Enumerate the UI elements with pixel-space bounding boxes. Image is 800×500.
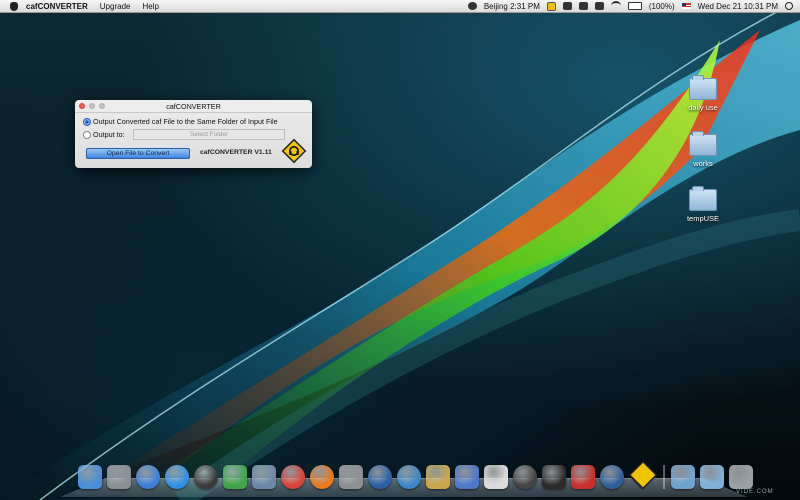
world-clock-icon[interactable]	[467, 2, 477, 10]
dock-chrome-icon[interactable]	[281, 465, 305, 489]
dock-finder-icon[interactable]	[78, 465, 102, 489]
menu-extras: Beijing 2:31 PM (100%) Wed Dec 21 10:31 …	[467, 1, 800, 11]
bluetooth-icon[interactable]	[594, 2, 604, 10]
dock-safari-icon[interactable]	[397, 465, 421, 489]
same-folder-radio[interactable]	[83, 117, 91, 126]
dock-itunes-icon[interactable]	[136, 465, 160, 489]
menu-clock[interactable]: Wed Dec 21 10:31 PM	[698, 2, 778, 11]
battery-icon[interactable]	[627, 2, 642, 10]
dock	[78, 460, 758, 490]
output-to-label[interactable]: Output to:	[93, 130, 125, 139]
dock-messenger-icon[interactable]	[223, 465, 247, 489]
dock-launchpad-icon[interactable]	[107, 465, 131, 489]
open-file-button[interactable]: Open File to Convert	[86, 148, 190, 159]
folder-icon	[689, 75, 717, 100]
folder-label: tempUSE	[686, 214, 720, 223]
dock-google-earth-icon[interactable]	[368, 465, 392, 489]
dock-photo-booth-icon[interactable]	[571, 465, 595, 489]
dock-applications-stack-icon[interactable]	[671, 465, 695, 489]
desktop-folder-tempuse[interactable]: tempUSE	[673, 186, 733, 223]
menu-help[interactable]: Help	[142, 2, 158, 11]
cafconverter-logo-icon	[281, 138, 307, 164]
battery-percent[interactable]: (100%)	[649, 2, 675, 11]
display-icon[interactable]	[578, 2, 588, 10]
dock-trash-icon[interactable]	[729, 465, 753, 489]
dock-terminal-icon[interactable]	[542, 465, 566, 489]
menu-app-name[interactable]: cafCONVERTER	[26, 2, 88, 11]
us-flag-icon[interactable]	[681, 3, 691, 9]
dock-firefox-icon[interactable]	[310, 465, 334, 489]
same-folder-label[interactable]: Output Converted caf File to the Same Fo…	[93, 117, 278, 126]
dock-separator	[663, 465, 665, 489]
dock-dashboard-icon[interactable]	[194, 465, 218, 489]
dock-downloads-stack-icon[interactable]	[700, 465, 724, 489]
option-output-to-row[interactable]: Output to:	[83, 130, 125, 139]
folder-label: works	[693, 159, 713, 168]
select-folder-field[interactable]: Select Folder	[133, 129, 285, 140]
desktop-folder-daily-use[interactable]: daily use	[673, 75, 733, 112]
dock-zipeg-icon[interactable]	[513, 465, 537, 489]
apple-icon[interactable]	[10, 1, 18, 11]
folder-icon	[689, 131, 717, 156]
dock-preview-icon[interactable]	[252, 465, 276, 489]
cafconverter-window: cafCONVERTER Output Converted caf File t…	[75, 100, 312, 168]
wallpaper-waves	[0, 0, 800, 500]
desktop-background	[0, 0, 800, 500]
desktop-folder-works[interactable]: works	[673, 131, 733, 168]
menu-bar: cafCONVERTER Upgrade Help Beijing 2:31 P…	[0, 0, 800, 13]
dock-app-store-icon[interactable]	[165, 465, 189, 489]
folder-label: daily use	[688, 103, 718, 112]
warning-sign-icon[interactable]	[546, 1, 556, 11]
window-titlebar[interactable]: cafCONVERTER	[75, 100, 312, 113]
wallpaper-brand-text: VIDE.COM	[736, 489, 774, 495]
volume-icon[interactable]	[562, 2, 572, 10]
output-to-radio[interactable]	[83, 130, 91, 139]
dock-system-preferences-icon[interactable]	[339, 465, 363, 489]
world-clock-text[interactable]: Beijing 2:31 PM	[484, 2, 540, 11]
folder-icon	[689, 186, 717, 211]
dock-quicktime-icon[interactable]	[600, 465, 624, 489]
wifi-icon[interactable]	[610, 1, 621, 11]
version-label: cafCONVERTER V1.11	[200, 149, 272, 156]
dock-automator-icon[interactable]	[455, 465, 479, 489]
spotlight-icon[interactable]	[785, 2, 793, 10]
option-same-folder-row[interactable]: Output Converted caf File to the Same Fo…	[83, 117, 278, 126]
dock-xcode-icon[interactable]	[426, 465, 450, 489]
window-title: cafCONVERTER	[166, 102, 221, 111]
menu-upgrade[interactable]: Upgrade	[100, 2, 131, 11]
dock-cafconverter-icon[interactable]	[628, 460, 658, 490]
dock-textedit-icon[interactable]	[484, 465, 508, 489]
